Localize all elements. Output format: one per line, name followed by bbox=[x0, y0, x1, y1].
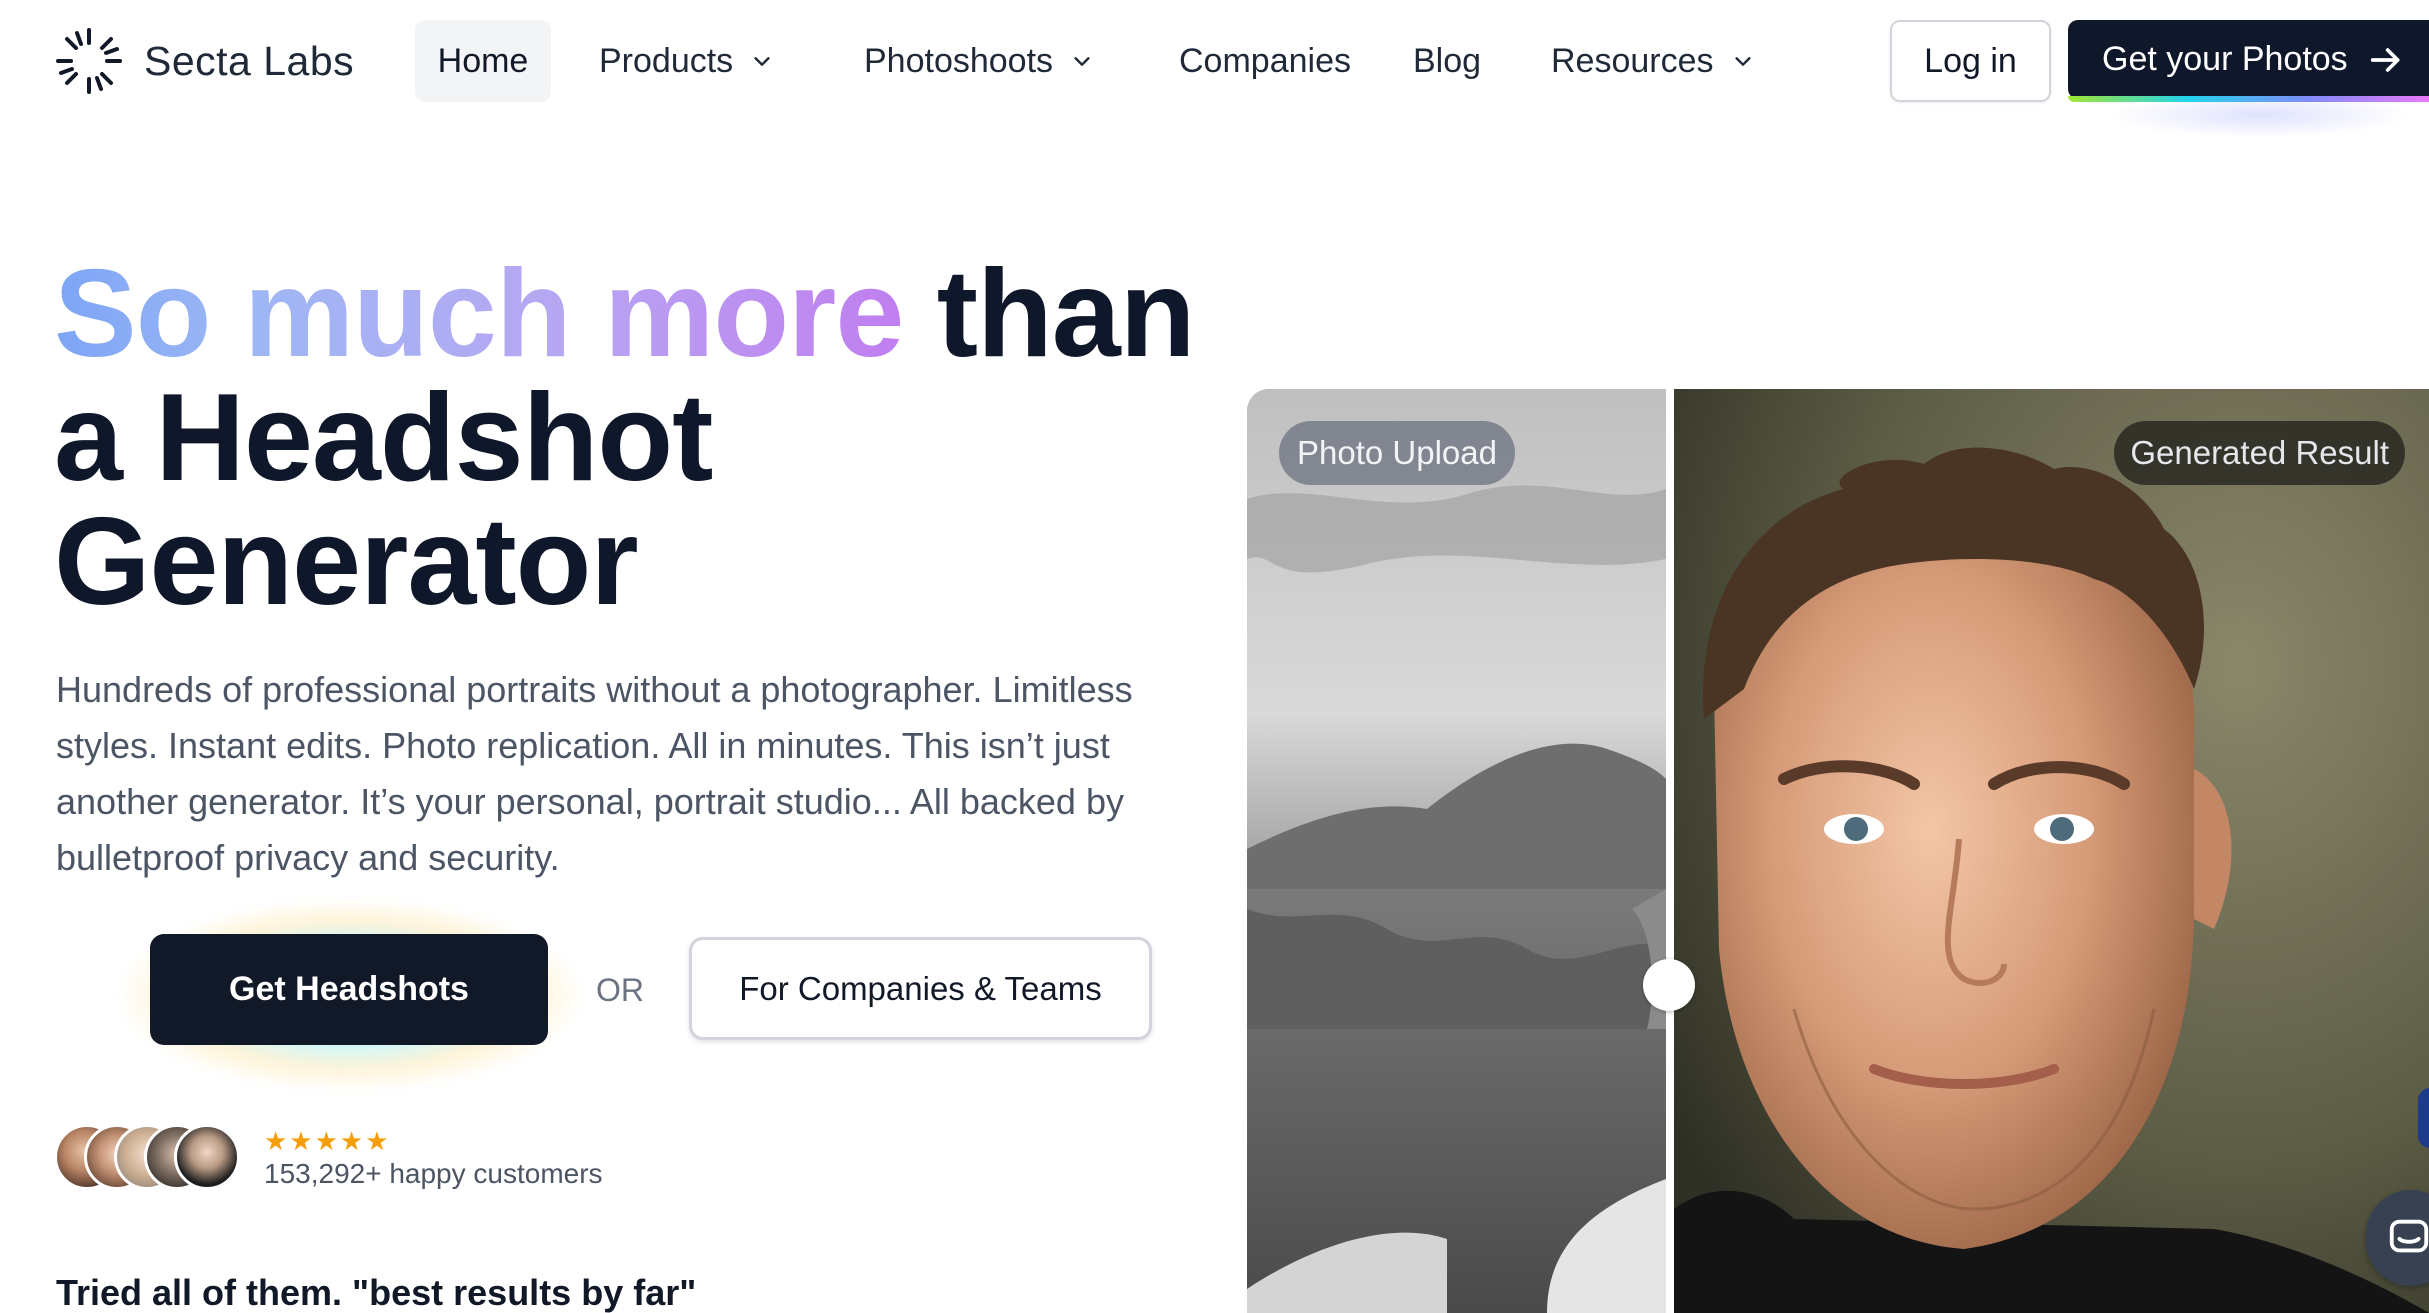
photo-upload-label: Photo Upload bbox=[1279, 421, 1515, 485]
rating-stars: ★★★★★ bbox=[264, 1126, 391, 1156]
logo[interactable]: Secta Labs bbox=[52, 24, 354, 98]
chevron-down-icon bbox=[754, 57, 770, 66]
happy-customers-count: 153,292+ happy customers bbox=[264, 1158, 603, 1189]
nav-resources-label: Resources bbox=[1551, 41, 1714, 80]
nav-photoshoots[interactable]: Photoshoots bbox=[864, 20, 1093, 102]
nav-home[interactable]: Home bbox=[415, 20, 551, 102]
nav-companies-label: Companies bbox=[1179, 41, 1351, 80]
arrow-right-icon bbox=[2370, 47, 2400, 72]
chevron-down-icon bbox=[1734, 57, 1751, 66]
or-separator: OR bbox=[596, 972, 644, 1008]
cta-gradient-underline bbox=[2068, 96, 2429, 102]
companies-teams-button[interactable]: For Companies & Teams bbox=[689, 937, 1152, 1040]
hero-title: So much more than a Headshot Generator bbox=[54, 252, 1234, 624]
compare-divider bbox=[1666, 389, 1674, 1313]
get-headshots-button[interactable]: Get Headshots bbox=[150, 934, 548, 1045]
nav-resources[interactable]: Resources bbox=[1551, 20, 1754, 102]
nav-home-label: Home bbox=[437, 41, 529, 80]
landscape-selfie-image bbox=[1247, 389, 1666, 1313]
portrait-image bbox=[1674, 389, 2429, 1313]
before-after-compare[interactable]: Photo Upload Generated Result bbox=[1247, 389, 2429, 1313]
sunburst-logo-icon bbox=[56, 28, 122, 94]
nav-photoshoots-label: Photoshoots bbox=[864, 41, 1054, 80]
nav-companies[interactable]: Companies bbox=[1179, 20, 1351, 102]
logo-text: Secta Labs bbox=[144, 37, 355, 84]
login-button[interactable]: Log in bbox=[1890, 20, 2051, 102]
hero-title-part-1: than bbox=[936, 245, 1196, 383]
get-photos-label: Get your Photos bbox=[2102, 40, 2348, 78]
hero-title-part-3: Generator bbox=[54, 493, 639, 631]
compare-slider-handle[interactable] bbox=[1643, 959, 1695, 1011]
generated-result-label: Generated Result bbox=[2114, 421, 2405, 485]
nav-products-label: Products bbox=[599, 41, 734, 80]
generated-portrait bbox=[1674, 389, 2429, 1313]
uploaded-photo bbox=[1247, 389, 1666, 1313]
get-photos-button[interactable]: Get your Photos bbox=[2068, 20, 2429, 99]
scroll-indicator bbox=[2418, 1088, 2429, 1148]
hero-description: Hundreds of professional portraits witho… bbox=[56, 669, 1133, 878]
chevron-down-icon bbox=[1074, 57, 1090, 66]
hero-title-part-2: a Headshot bbox=[54, 369, 713, 507]
testimonial-heading: Tried all of them. "best results by far" bbox=[56, 1272, 697, 1313]
hero-title-gradient: So much more bbox=[54, 245, 904, 383]
top-nav: Secta Labs Home Products Photoshoots Com… bbox=[0, 0, 2429, 138]
nav-products[interactable]: Products bbox=[599, 20, 773, 102]
chat-icon bbox=[2389, 1219, 2429, 1253]
customer-avatars bbox=[54, 1124, 254, 1190]
avatar bbox=[174, 1124, 240, 1190]
nav-blog[interactable]: Blog bbox=[1413, 20, 1481, 102]
nav-blog-label: Blog bbox=[1413, 41, 1482, 80]
